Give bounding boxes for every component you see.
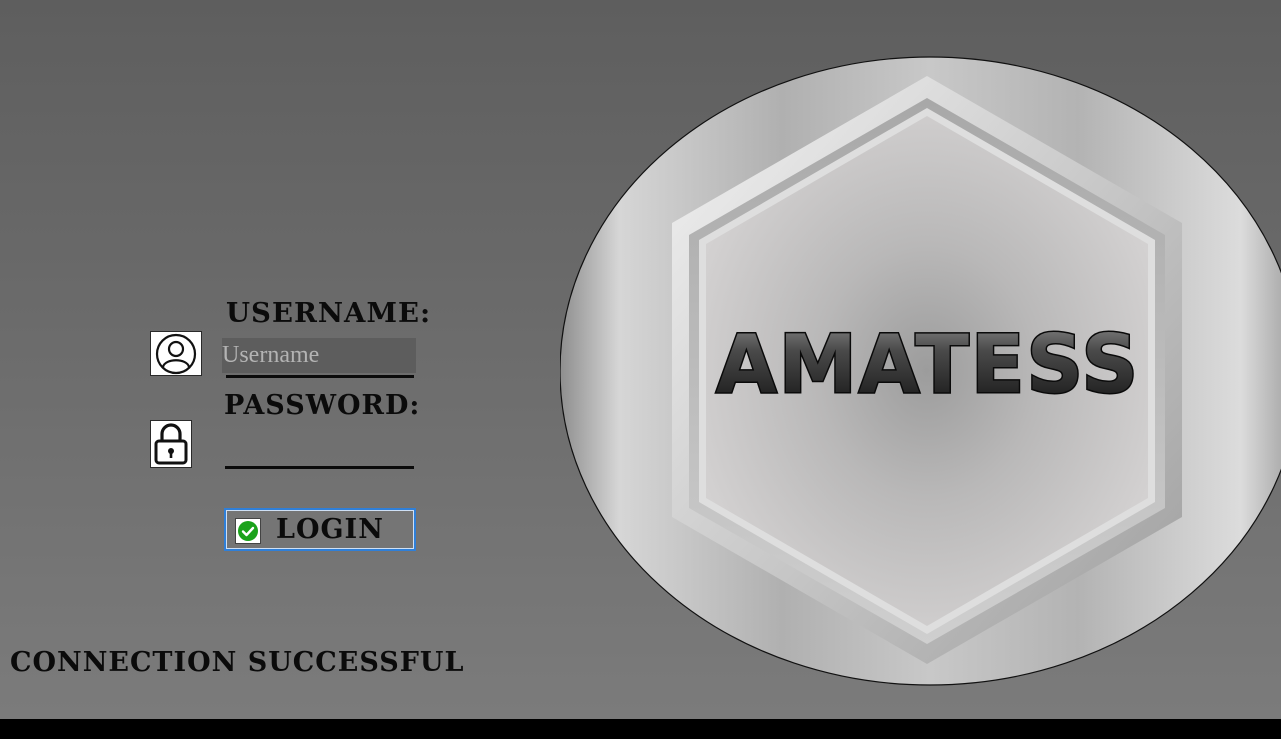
login-button-label: LOGIN — [276, 514, 384, 545]
brand-name: AMATESS — [716, 318, 1140, 411]
password-label: PASSWORD: — [224, 390, 421, 421]
password-input[interactable] — [224, 428, 418, 466]
username-input[interactable] — [222, 338, 416, 373]
taskbar — [0, 719, 1281, 739]
username-underline — [226, 375, 414, 378]
brand-logo: AMATESS — [559, 56, 1281, 686]
check-circle-icon — [235, 518, 261, 544]
lock-icon — [150, 420, 192, 468]
login-button[interactable]: LOGIN — [224, 508, 416, 551]
username-label: USERNAME: — [226, 298, 432, 329]
password-underline — [225, 466, 414, 469]
user-icon — [150, 331, 202, 376]
status-message: CONNECTION SUCCESSFUL — [10, 647, 465, 678]
